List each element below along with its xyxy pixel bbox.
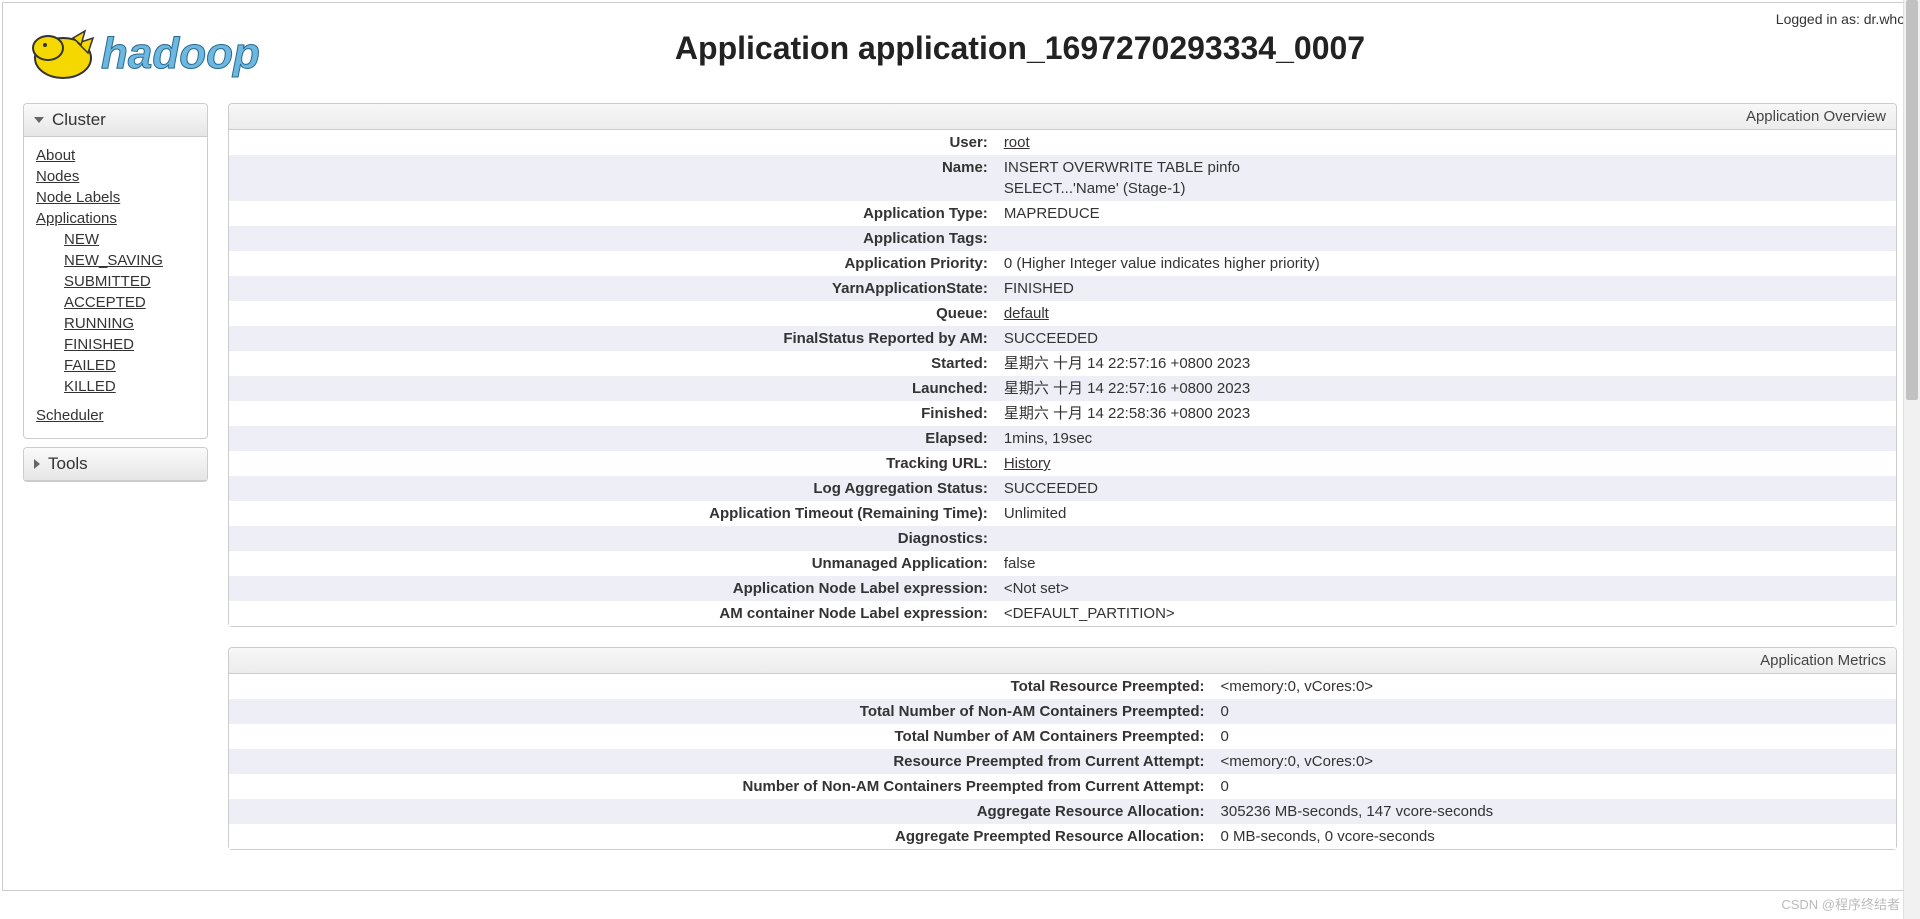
- row-name: Name:INSERT OVERWRITE TABLE pinfo SELECT…: [229, 155, 1896, 201]
- row-agg-preempted: Aggregate Preempted Resource Allocation:…: [229, 824, 1896, 849]
- sidebar-cluster-toggle[interactable]: Cluster: [24, 104, 207, 137]
- sidebar-link-nodes[interactable]: Nodes: [36, 166, 195, 187]
- tracking-link[interactable]: History: [1004, 455, 1051, 472]
- application-overview-section: Application Overview User:root Name:INSE…: [228, 103, 1897, 627]
- row-nonam-current: Number of Non-AM Containers Preempted fr…: [229, 774, 1896, 799]
- user-link[interactable]: root: [1004, 134, 1030, 151]
- row-elapsed: Elapsed:1mins, 19sec: [229, 426, 1896, 451]
- sidebar-link-failed[interactable]: FAILED: [64, 355, 195, 376]
- sidebar-link-killed[interactable]: KILLED: [64, 376, 195, 397]
- row-app-node-label: Application Node Label expression:<Not s…: [229, 576, 1896, 601]
- row-user: User:root: [229, 130, 1896, 155]
- row-launched: Launched:星期六 十月 14 22:57:16 +0800 2023: [229, 376, 1896, 401]
- metrics-table: Total Resource Preempted:<memory:0, vCor…: [229, 674, 1896, 849]
- row-final-status: FinalStatus Reported by AM:SUCCEEDED: [229, 326, 1896, 351]
- row-timeout: Application Timeout (Remaining Time):Unl…: [229, 501, 1896, 526]
- hadoop-logo[interactable]: hadoop: [23, 13, 343, 83]
- chevron-down-icon: [34, 117, 44, 123]
- header: hadoop Application application_169727029…: [3, 3, 1917, 103]
- sidebar-tools-box: Tools: [23, 447, 208, 482]
- row-priority: Application Priority:0 (Higher Integer v…: [229, 251, 1896, 276]
- row-diag: Diagnostics:: [229, 526, 1896, 551]
- row-nonam-preempted: Total Number of Non-AM Containers Preemp…: [229, 699, 1896, 724]
- row-am-preempted: Total Number of AM Containers Preempted:…: [229, 724, 1896, 749]
- scrollbar-thumb[interactable]: [1906, 0, 1918, 400]
- sidebar-link-applications[interactable]: Applications: [36, 208, 195, 229]
- sidebar: Cluster About Nodes Node Labels Applicat…: [23, 103, 208, 870]
- row-started: Started:星期六 十月 14 22:57:16 +0800 2023: [229, 351, 1896, 376]
- sidebar-cluster-box: Cluster About Nodes Node Labels Applicat…: [23, 103, 208, 439]
- queue-link[interactable]: default: [1004, 305, 1049, 322]
- row-finished: Finished:星期六 十月 14 22:58:36 +0800 2023: [229, 401, 1896, 426]
- sidebar-link-running[interactable]: RUNNING: [64, 313, 195, 334]
- scrollbar[interactable]: [1903, 0, 1920, 919]
- row-total-preempted: Total Resource Preempted:<memory:0, vCor…: [229, 674, 1896, 699]
- sidebar-link-accepted[interactable]: ACCEPTED: [64, 292, 195, 313]
- page-title: Application application_1697270293334_00…: [343, 30, 1697, 67]
- row-app-type: Application Type:MAPREDUCE: [229, 201, 1896, 226]
- svg-text:hadoop: hadoop: [101, 29, 260, 78]
- row-log-agg: Log Aggregation Status:SUCCEEDED: [229, 476, 1896, 501]
- sidebar-link-scheduler[interactable]: Scheduler: [36, 405, 195, 426]
- sidebar-tools-toggle[interactable]: Tools: [24, 448, 207, 481]
- sidebar-link-new-saving[interactable]: NEW_SAVING: [64, 250, 195, 271]
- sidebar-link-node-labels[interactable]: Node Labels: [36, 187, 195, 208]
- row-unmanaged: Unmanaged Application:false: [229, 551, 1896, 576]
- row-app-tags: Application Tags:: [229, 226, 1896, 251]
- sidebar-link-new[interactable]: NEW: [64, 229, 195, 250]
- watermark: CSDN @程序终结者: [1781, 894, 1900, 913]
- sidebar-link-finished[interactable]: FINISHED: [64, 334, 195, 355]
- logged-in-info: Logged in as: dr.who: [1776, 11, 1905, 27]
- sidebar-link-about[interactable]: About: [36, 145, 195, 166]
- application-metrics-section: Application Metrics Total Resource Preem…: [228, 647, 1897, 850]
- main-content: Application Overview User:root Name:INSE…: [228, 103, 1897, 870]
- row-tracking: Tracking URL:History: [229, 451, 1896, 476]
- row-yarn-state: YarnApplicationState:FINISHED: [229, 276, 1896, 301]
- row-aggregate: Aggregate Resource Allocation:305236 MB-…: [229, 799, 1896, 824]
- row-queue: Queue:default: [229, 301, 1896, 326]
- metrics-title: Application Metrics: [229, 648, 1896, 674]
- overview-title: Application Overview: [229, 104, 1896, 130]
- row-current-preempted: Resource Preempted from Current Attempt:…: [229, 749, 1896, 774]
- row-am-node-label: AM container Node Label expression:<DEFA…: [229, 601, 1896, 626]
- chevron-right-icon: [34, 459, 40, 469]
- sidebar-link-submitted[interactable]: SUBMITTED: [64, 271, 195, 292]
- overview-table: User:root Name:INSERT OVERWRITE TABLE pi…: [229, 130, 1896, 626]
